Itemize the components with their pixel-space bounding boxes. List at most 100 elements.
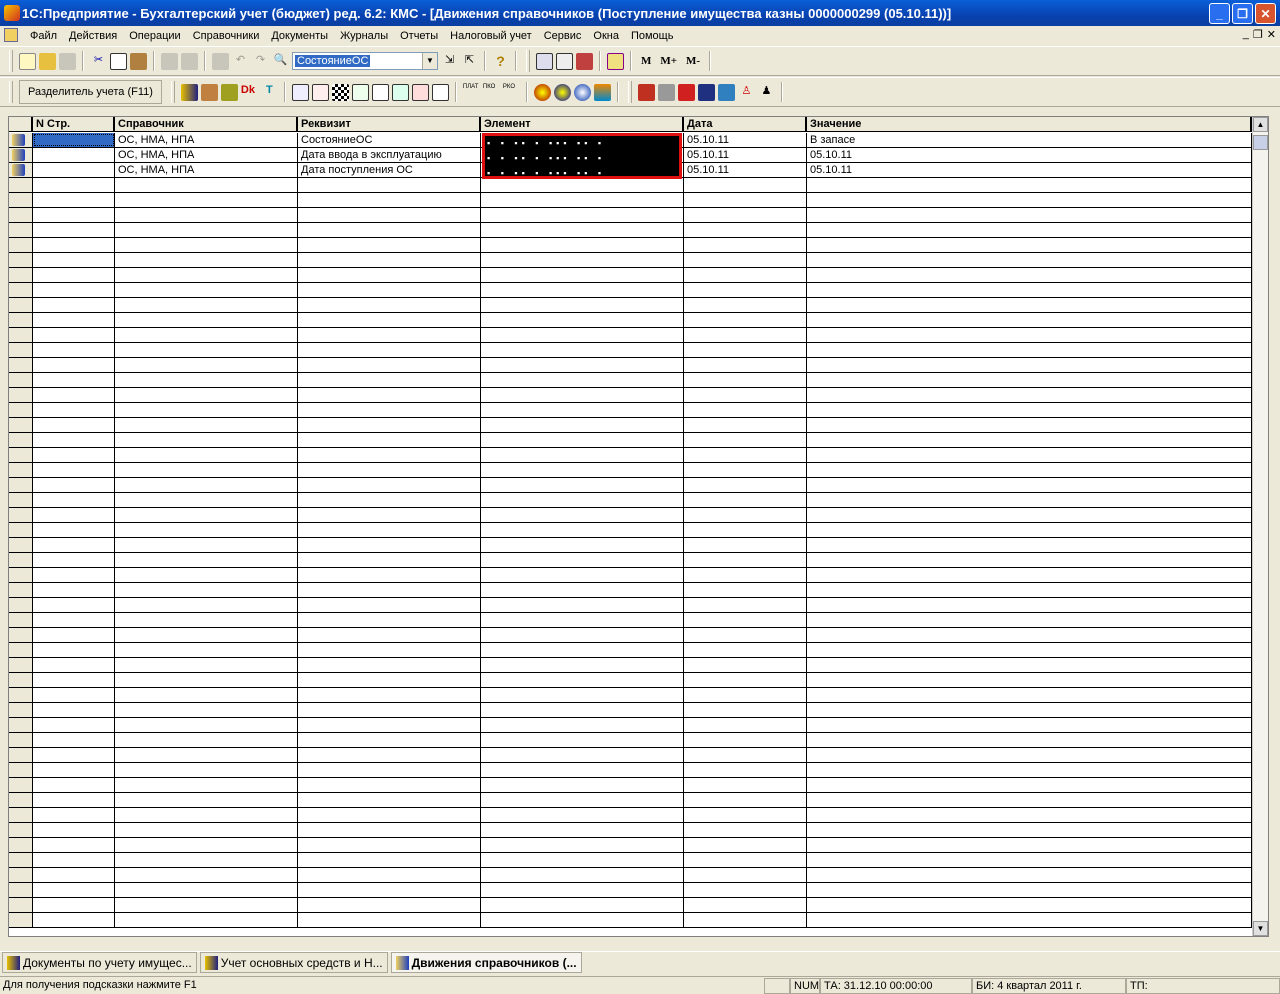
cell-attribute[interactable]	[298, 793, 481, 807]
cell-directory[interactable]	[115, 823, 298, 837]
cell-element[interactable]	[481, 748, 684, 762]
cell-n[interactable]	[33, 763, 115, 777]
cell-n[interactable]	[33, 628, 115, 642]
cell-value[interactable]	[807, 538, 1252, 552]
table-row[interactable]	[9, 613, 1252, 628]
find-next-icon[interactable]: ⇲	[441, 53, 458, 70]
menu-actions[interactable]: Действия	[63, 30, 123, 42]
row-header[interactable]	[9, 478, 33, 492]
col-header-attribute[interactable]: Реквизит	[298, 117, 481, 132]
cell-element[interactable]	[481, 298, 684, 312]
cell-attribute[interactable]	[298, 418, 481, 432]
cell-element[interactable]	[481, 703, 684, 717]
row-header[interactable]	[9, 238, 33, 252]
cell-element[interactable]	[481, 913, 684, 927]
people-icon[interactable]	[697, 83, 715, 101]
report-icon-7[interactable]	[411, 83, 429, 101]
cell-attribute[interactable]	[298, 868, 481, 882]
row-header[interactable]	[9, 163, 33, 177]
row-header[interactable]	[9, 313, 33, 327]
cell-element[interactable]	[481, 583, 684, 597]
cell-element[interactable]	[481, 373, 684, 387]
menu-documents[interactable]: Документы	[265, 30, 334, 42]
cell-attribute[interactable]	[298, 178, 481, 192]
cell-directory[interactable]	[115, 523, 298, 537]
cell-directory[interactable]	[115, 853, 298, 867]
menu-service[interactable]: Сервис	[538, 30, 588, 42]
cell-value[interactable]	[807, 433, 1252, 447]
cell-attribute[interactable]	[298, 508, 481, 522]
cell-element[interactable]	[481, 433, 684, 447]
cell-directory[interactable]	[115, 328, 298, 342]
cell-date[interactable]	[684, 673, 807, 687]
cell-directory[interactable]	[115, 253, 298, 267]
cell-n[interactable]	[33, 283, 115, 297]
table-row[interactable]	[9, 283, 1252, 298]
cell-element[interactable]	[481, 898, 684, 912]
cell-n[interactable]	[33, 268, 115, 282]
table-row[interactable]	[9, 913, 1252, 928]
cell-directory[interactable]	[115, 913, 298, 927]
cell-directory[interactable]	[115, 223, 298, 237]
table-row[interactable]	[9, 583, 1252, 598]
cell-value[interactable]	[807, 463, 1252, 477]
cell-value[interactable]: 05.10.11	[807, 148, 1252, 162]
cell-n[interactable]	[33, 718, 115, 732]
row-header[interactable]	[9, 208, 33, 222]
cell-directory[interactable]	[115, 808, 298, 822]
cell-directory[interactable]	[115, 268, 298, 282]
cell-attribute[interactable]	[298, 823, 481, 837]
cell-date[interactable]	[684, 298, 807, 312]
cell-element[interactable]	[481, 598, 684, 612]
row-header[interactable]	[9, 403, 33, 417]
cell-directory[interactable]	[115, 898, 298, 912]
cell-value[interactable]	[807, 178, 1252, 192]
cell-element[interactable]	[481, 448, 684, 462]
cell-attribute[interactable]	[298, 778, 481, 792]
cell-element[interactable]	[481, 808, 684, 822]
cell-element[interactable]	[481, 673, 684, 687]
cell-element[interactable]	[481, 508, 684, 522]
rko-icon[interactable]: РКО	[503, 84, 520, 101]
cell-directory[interactable]	[115, 538, 298, 552]
cell-n[interactable]	[33, 838, 115, 852]
cell-value[interactable]	[807, 268, 1252, 282]
table-row[interactable]	[9, 793, 1252, 808]
table-row[interactable]	[9, 373, 1252, 388]
row-header[interactable]	[9, 628, 33, 642]
row-header[interactable]	[9, 748, 33, 762]
cell-date[interactable]	[684, 358, 807, 372]
window-tab-fixed-assets[interactable]: Учет основных средств и Н...	[199, 952, 388, 973]
cell-date[interactable]	[684, 703, 807, 717]
cell-value[interactable]	[807, 853, 1252, 867]
cell-date[interactable]	[684, 778, 807, 792]
filter-icon[interactable]: T	[261, 84, 278, 101]
cell-n[interactable]	[33, 373, 115, 387]
cell-date[interactable]	[684, 898, 807, 912]
cell-directory[interactable]	[115, 748, 298, 762]
cell-value[interactable]	[807, 613, 1252, 627]
mdi-restore-button[interactable]: ❐	[1253, 28, 1263, 41]
stack-icon[interactable]	[677, 83, 695, 101]
cell-directory[interactable]	[115, 418, 298, 432]
cell-n[interactable]	[33, 553, 115, 567]
row-header[interactable]	[9, 538, 33, 552]
table-row[interactable]	[9, 763, 1252, 778]
cell-element[interactable]	[481, 403, 684, 417]
cell-element[interactable]	[481, 223, 684, 237]
table-row[interactable]	[9, 493, 1252, 508]
row-header[interactable]	[9, 613, 33, 627]
cell-value[interactable]	[807, 598, 1252, 612]
cell-attribute[interactable]	[298, 208, 481, 222]
table-row[interactable]	[9, 553, 1252, 568]
report-icon-3[interactable]	[331, 83, 349, 101]
cell-value[interactable]	[807, 688, 1252, 702]
table-row[interactable]	[9, 358, 1252, 373]
cell-date[interactable]	[684, 583, 807, 597]
cell-element[interactable]	[481, 793, 684, 807]
cell-n[interactable]	[33, 823, 115, 837]
cell-attribute[interactable]	[298, 523, 481, 537]
cell-date[interactable]	[684, 913, 807, 927]
cell-n[interactable]	[33, 238, 115, 252]
cell-attribute[interactable]	[298, 838, 481, 852]
